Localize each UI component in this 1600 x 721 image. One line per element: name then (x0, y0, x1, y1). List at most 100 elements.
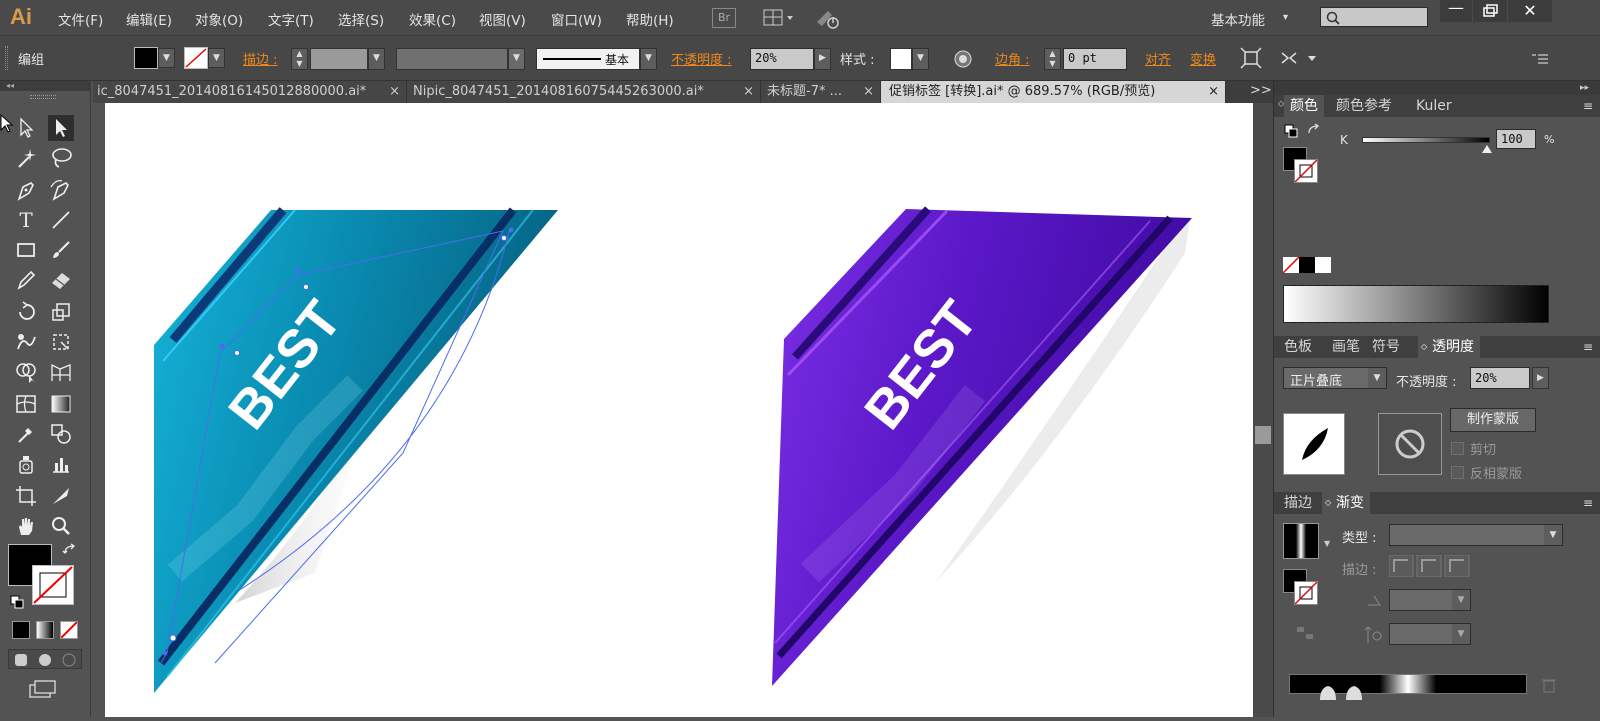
stroke-weight-dropdown[interactable]: ▼ (368, 48, 385, 70)
brush-definition-field[interactable]: 基本 (536, 48, 640, 70)
opacity-slider-arrow[interactable]: ▶ (814, 48, 831, 70)
tab-stroke[interactable]: 描边 (1278, 492, 1318, 514)
stroke-weight-field[interactable] (310, 48, 368, 70)
tab-kuler[interactable]: Kuler (1410, 95, 1458, 117)
style-dropdown[interactable]: ▼ (912, 48, 929, 70)
column-graph-tool-icon[interactable] (48, 451, 74, 477)
hand-tool-icon[interactable] (13, 513, 39, 539)
tab-transparency[interactable]: ◇ 透明度 (1418, 336, 1480, 358)
slice-tool-icon[interactable] (48, 483, 74, 509)
tab-color-guide[interactable]: 颜色参考 (1330, 95, 1398, 117)
menu-select[interactable]: 选择(S) (338, 9, 384, 29)
stroke-dropdown-arrow[interactable]: ▼ (208, 48, 225, 68)
reverse-gradient-icon[interactable] (1296, 625, 1314, 641)
scrollbar-thumb[interactable] (1255, 426, 1271, 444)
isolate-group-icon[interactable] (1240, 47, 1262, 69)
gradient-mode-icon[interactable] (36, 621, 54, 639)
opacity-field[interactable]: 20% (750, 48, 814, 70)
restore-button[interactable] (1473, 0, 1507, 22)
color-spectrum-bar[interactable] (1283, 285, 1549, 323)
clip-checkbox[interactable] (1451, 442, 1464, 455)
tab-color[interactable]: 颜色 (1284, 95, 1324, 117)
document-tab[interactable]: Nipic_8047451_20140816075445263000.ai* × (407, 81, 761, 103)
close-tab-icon[interactable]: × (389, 81, 400, 103)
delete-stop-icon[interactable] (1542, 677, 1556, 693)
dock-collapse-button[interactable]: ▸▸ (1274, 81, 1600, 95)
lasso-tool-icon[interactable] (48, 145, 74, 171)
panel-menu-icon[interactable]: ≡ (1583, 340, 1593, 354)
fill-color-swatch[interactable] (134, 47, 158, 69)
document-tab-active[interactable]: 促销标签 [转换].ai* @ 689.57% (RGB/预览) × (881, 81, 1226, 103)
search-field[interactable] (1320, 7, 1428, 27)
document-tab[interactable]: ic_8047451_20140816145012880000.ai* × (93, 81, 407, 103)
eraser-tool-icon[interactable] (48, 267, 74, 293)
default-fill-stroke-icon[interactable] (10, 595, 24, 609)
mesh-tool-icon[interactable] (13, 391, 39, 417)
stroke-weight-label[interactable]: 描边 : (243, 49, 278, 68)
selection-tool-icon[interactable] (13, 115, 39, 141)
menu-help[interactable]: 帮助(H) (626, 9, 674, 29)
grip-handle[interactable] (5, 46, 8, 70)
arrange-options-icon[interactable] (1278, 47, 1320, 69)
gradient-stop-right[interactable] (1346, 686, 1362, 700)
aspect-ratio-field[interactable]: ▼ (1389, 623, 1471, 645)
corner-radius-field[interactable]: 0 pt (1063, 48, 1127, 70)
panel-menu-icon[interactable]: ≡ (1583, 496, 1593, 510)
k-value-field[interactable]: 100 (1496, 129, 1536, 149)
toolbox-grip[interactable] (30, 95, 56, 99)
opacity-label[interactable]: 不透明度 : (671, 49, 732, 68)
none-mode-icon[interactable] (60, 621, 78, 639)
tab-overflow-button[interactable]: >> (1250, 83, 1272, 98)
artboard[interactable]: BEST BEST (105, 103, 1253, 717)
variable-width-profile[interactable] (396, 48, 508, 70)
transparency-opacity-field[interactable]: 20% (1470, 367, 1530, 389)
warp-tool-icon[interactable] (13, 329, 39, 355)
control-panel-menu-icon[interactable] (1530, 50, 1550, 66)
gradient-tool-icon[interactable] (48, 391, 74, 417)
toolbox-header[interactable]: ◂◂ (0, 81, 91, 91)
gradient-type-select[interactable]: ▼ (1389, 524, 1563, 546)
scale-tool-icon[interactable] (48, 299, 74, 325)
bridge-button[interactable]: Br (712, 8, 736, 28)
close-window-button[interactable]: ✕ (1508, 0, 1552, 22)
tab-gradient[interactable]: ◇ 渐变 (1322, 492, 1370, 514)
k-slider-thumb[interactable] (1482, 142, 1492, 153)
menu-window[interactable]: 窗口(W) (551, 9, 602, 29)
object-thumbnail[interactable] (1283, 413, 1345, 475)
align-link[interactable]: 对齐 (1145, 49, 1171, 68)
corner-label[interactable]: 边角 : (995, 49, 1030, 68)
make-mask-button[interactable]: 制作蒙版 (1450, 408, 1536, 432)
gradient-stop-left[interactable] (1320, 686, 1336, 700)
free-transform-tool-icon[interactable] (48, 329, 74, 355)
tab-swatches[interactable]: 色板 (1278, 336, 1318, 358)
pencil-tool-icon[interactable] (13, 267, 39, 293)
menu-view[interactable]: 视图(V) (479, 9, 526, 29)
blend-mode-select[interactable]: 正片叠底 ▼ (1283, 367, 1387, 389)
default-colors-icon[interactable] (1284, 124, 1298, 138)
menu-edit[interactable]: 编辑(E) (126, 9, 172, 29)
screen-mode-icon[interactable] (28, 679, 58, 699)
symbol-sprayer-tool-icon[interactable] (13, 451, 39, 477)
zoom-tool-icon[interactable] (48, 513, 74, 539)
gradient-stroke-swatch[interactable] (1294, 581, 1318, 605)
variable-width-dropdown[interactable]: ▼ (508, 48, 525, 70)
gradient-preview-swatch[interactable] (1283, 523, 1319, 559)
shape-builder-tool-icon[interactable] (13, 359, 39, 385)
corner-stepper[interactable]: ▲ ▼ (1044, 48, 1061, 70)
perspective-grid-tool-icon[interactable] (48, 359, 74, 385)
document-tab[interactable]: 未标题-7* ... × (761, 81, 881, 103)
gradient-angle-field[interactable]: ▼ (1389, 589, 1471, 611)
tab-symbols[interactable]: 符号 (1366, 336, 1406, 358)
panel-menu-icon[interactable]: ≡ (1583, 99, 1593, 113)
blend-tool-icon[interactable] (48, 421, 74, 447)
close-tab-icon[interactable]: × (863, 81, 874, 103)
direct-selection-tool-icon[interactable] (48, 115, 74, 141)
menu-effect[interactable]: 效果(C) (409, 9, 456, 29)
gradient-preview-dropdown[interactable]: ▼ (1324, 539, 1330, 548)
invert-mask-checkbox[interactable] (1451, 466, 1464, 479)
stroke-gradient-buttons[interactable] (1388, 554, 1471, 578)
vertical-scrollbar[interactable] (1253, 103, 1273, 717)
menu-type[interactable]: 文字(T) (268, 9, 314, 29)
curvature-tool-icon[interactable] (48, 177, 74, 203)
gpu-performance-icon[interactable] (814, 6, 842, 30)
